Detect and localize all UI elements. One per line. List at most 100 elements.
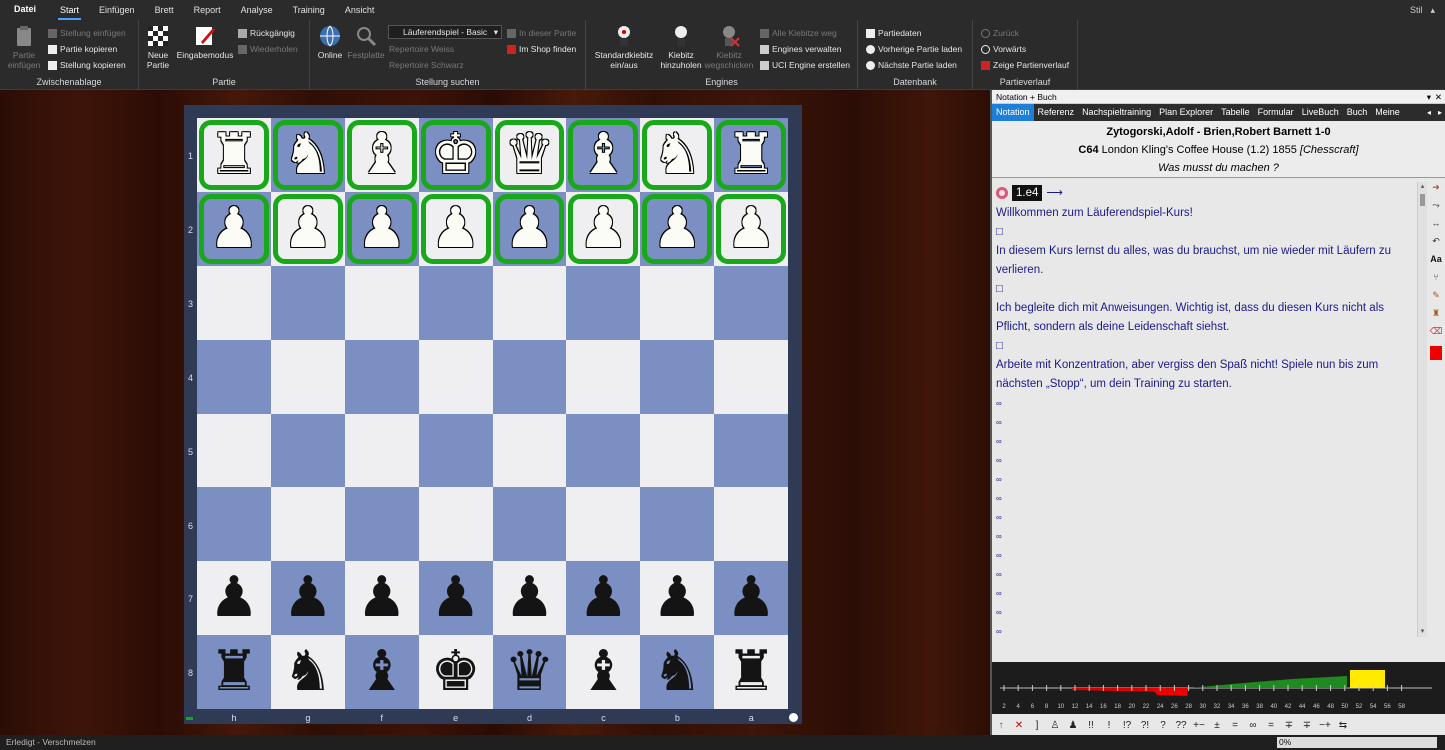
chess-piece[interactable]: ♞ — [652, 644, 702, 700]
board-square[interactable]: ♚ — [418, 118, 493, 192]
board-square[interactable] — [344, 265, 419, 340]
board-square[interactable] — [344, 413, 419, 488]
board-square[interactable]: ♟ — [492, 191, 567, 266]
previous-game-button[interactable]: Vorherige Partie laden — [866, 42, 962, 56]
board-square[interactable]: ♝ — [566, 118, 641, 192]
board-square[interactable] — [640, 265, 715, 340]
board-square[interactable] — [270, 339, 345, 414]
annotation-symbol-button[interactable]: ? — [1154, 720, 1172, 731]
board-square[interactable]: ♞ — [270, 118, 345, 192]
position-search-combo[interactable]: Läuferendspiel - Basic ▾ — [388, 25, 502, 39]
manage-engines-button[interactable]: Engines verwalten — [760, 42, 841, 56]
chess-piece[interactable]: ♝ — [578, 126, 628, 183]
board-square[interactable]: ♞ — [640, 635, 715, 709]
chess-piece[interactable]: ♛ — [504, 126, 554, 183]
board-square[interactable] — [197, 487, 271, 562]
annotation-symbol-button[interactable]: ?! — [1136, 720, 1154, 731]
collapse-icon[interactable]: ▴ — [1430, 5, 1435, 16]
board-square[interactable]: ♞ — [640, 118, 715, 192]
tab-brett[interactable]: Brett — [145, 0, 184, 20]
annotation-symbol-button[interactable]: ↑ — [992, 720, 1010, 731]
scroll-down-icon[interactable]: ▾ — [1418, 627, 1427, 637]
chess-piece[interactable]: ♟ — [578, 200, 628, 257]
board-square[interactable]: ♟ — [418, 561, 493, 636]
pen-icon[interactable]: ✎ — [1427, 290, 1445, 308]
chess-piece[interactable]: ♟ — [209, 570, 259, 626]
chess-piece[interactable]: ♝ — [578, 644, 628, 700]
annotation-symbol-button[interactable]: ! — [1100, 720, 1118, 731]
annotation-symbol-button[interactable]: ∓ — [1298, 720, 1316, 731]
board-square[interactable] — [418, 413, 493, 488]
chess-piece[interactable]: ♟ — [357, 200, 407, 257]
board-square[interactable]: ♟ — [197, 561, 271, 636]
comment-line[interactable]: Willkommen zum Läuferendspiel-Kurs! — [996, 204, 1417, 223]
paste-position-button[interactable]: Stellung einfügen — [48, 26, 126, 40]
chess-piece[interactable]: ♞ — [283, 644, 333, 700]
board-square[interactable]: ♟ — [197, 191, 271, 266]
tab-meine[interactable]: Meine — [1371, 104, 1404, 121]
annotation-symbol-button[interactable]: = — [1226, 720, 1244, 731]
chess-piece[interactable]: ♞ — [652, 126, 702, 183]
tab-scroll-left-icon[interactable]: ◂ — [1427, 108, 1431, 117]
chess-piece[interactable]: ♟ — [504, 200, 554, 257]
tab-livebuch[interactable]: LiveBuch — [1298, 104, 1343, 121]
board-square[interactable]: ♟ — [270, 561, 345, 636]
board-square[interactable]: ♟ — [566, 191, 641, 266]
move-back-icon[interactable]: ↔ — [1427, 218, 1445, 236]
annotation-symbol-button[interactable]: −+ — [1316, 720, 1334, 731]
chess-piece[interactable]: ♜ — [209, 644, 259, 700]
board-square[interactable]: ♝ — [344, 635, 419, 709]
chess-piece[interactable]: ♞ — [283, 126, 333, 183]
chess-piece[interactable]: ♜ — [726, 644, 776, 700]
annotation-symbol-button[interactable]: ?? — [1172, 720, 1190, 731]
board-square[interactable] — [640, 339, 715, 414]
chess-piece[interactable]: ♝ — [357, 126, 407, 183]
shop-button[interactable]: Im Shop finden — [507, 42, 576, 56]
repertoire-black-button[interactable]: Repertoire Schwarz — [389, 58, 464, 72]
board-square[interactable]: ♟ — [640, 561, 715, 636]
board-square[interactable]: ♟ — [640, 191, 715, 266]
chess-piece[interactable]: ♟ — [283, 200, 333, 257]
chess-piece[interactable]: ♟ — [209, 200, 259, 257]
annotation-symbol-button[interactable]: !! — [1082, 720, 1100, 731]
annotation-symbol-button[interactable]: ] — [1028, 720, 1046, 731]
close-icon[interactable]: ✕ — [1435, 90, 1442, 104]
board-square[interactable] — [492, 265, 567, 340]
board-square[interactable]: ♜ — [714, 635, 788, 709]
chess-piece[interactable]: ♟ — [578, 570, 628, 626]
board-square[interactable] — [270, 487, 345, 562]
chess-piece[interactable]: ♟ — [652, 570, 702, 626]
board-square[interactable] — [197, 265, 271, 340]
scroll-thumb[interactable] — [1420, 194, 1425, 206]
board-square[interactable]: ♛ — [492, 635, 567, 709]
board-square[interactable]: ♜ — [197, 118, 271, 192]
board-square[interactable] — [344, 487, 419, 562]
in-game-button[interactable]: In dieser Partie — [507, 26, 576, 40]
all-kibitzers-off-button[interactable]: Alle Kiebitze weg — [760, 26, 837, 40]
chess-piece[interactable]: ♜ — [209, 126, 259, 183]
evaluation-graph[interactable]: 2 4 6 8 10 12 14 16 18 20 22 24 26 28 30 32 34 36 38 40 42 44… — [992, 662, 1445, 714]
chess-piece[interactable]: ♟ — [430, 200, 480, 257]
board-square[interactable]: ♝ — [344, 118, 419, 192]
paste-game-button[interactable]: Partie einfügen — [6, 24, 42, 70]
input-mode-button[interactable]: Eingabemodus — [175, 24, 235, 60]
annotation-symbol-button[interactable]: ✕ — [1010, 720, 1028, 731]
tab-training[interactable]: Training — [283, 0, 335, 20]
board-square[interactable] — [640, 487, 715, 562]
scroll-up-icon[interactable]: ▴ — [1418, 182, 1427, 192]
tree-icon[interactable]: ⑂ — [1427, 272, 1445, 290]
chess-piece[interactable]: ♝ — [357, 644, 407, 700]
chess-piece[interactable]: ♚ — [430, 644, 480, 700]
annotation-symbol-button[interactable]: +− — [1190, 720, 1208, 731]
board-square[interactable]: ♟ — [492, 561, 567, 636]
new-game-button[interactable]: Neue Partie — [143, 24, 173, 70]
board-square[interactable]: ♟ — [714, 561, 788, 636]
back-button[interactable]: Zurück — [981, 26, 1019, 40]
remove-kibitzer-button[interactable]: Kiebitz wegschicken — [704, 24, 754, 70]
board-square[interactable]: ♟ — [344, 561, 419, 636]
online-button[interactable]: Online — [314, 24, 346, 60]
chess-piece[interactable]: ♚ — [430, 126, 480, 183]
board-square[interactable] — [418, 487, 493, 562]
board-square[interactable]: ♛ — [492, 118, 567, 192]
disk-button[interactable]: Festplatte — [346, 24, 386, 60]
